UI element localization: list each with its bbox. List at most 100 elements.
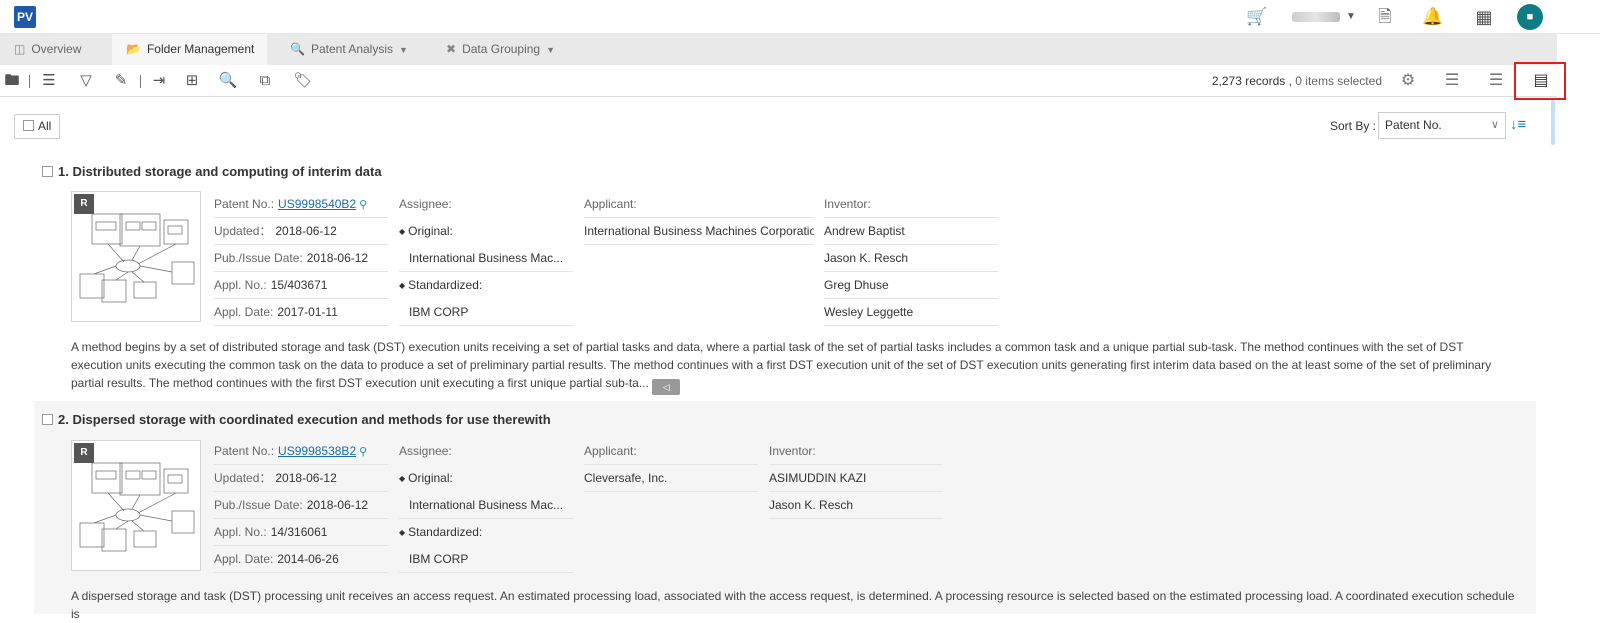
assignee-column: Assignee: ◆ Original: International Busin… bbox=[399, 191, 573, 326]
field-value: 2014-06-26 bbox=[277, 552, 339, 566]
items-selected: 0 items selected bbox=[1295, 74, 1382, 88]
location-pin-icon[interactable]: ⚲ bbox=[359, 199, 367, 211]
field-value: 14/316061 bbox=[270, 525, 328, 539]
add-icon[interactable]: ⊞ bbox=[182, 72, 202, 90]
applicant-value: Cleversafe, Inc. bbox=[584, 465, 758, 492]
field-value: 2017-01-11 bbox=[277, 305, 338, 319]
location-pin-icon[interactable]: ⚲ bbox=[359, 446, 367, 458]
document-search-icon[interactable]: 🔍 bbox=[218, 72, 238, 90]
compact-view-icon[interactable]: ☰ bbox=[1485, 71, 1507, 91]
result-item: 1. Distributed storage and computing of … bbox=[34, 155, 1536, 397]
original-value-row: International Business Mac... bbox=[399, 245, 573, 272]
field-label: Original: bbox=[408, 471, 453, 485]
gear-icon[interactable]: ⚙ bbox=[1397, 71, 1419, 91]
search-analysis-icon: 🔍 bbox=[290, 42, 305, 56]
result-title[interactable]: 2. Dispersed storage with coordinated ex… bbox=[42, 412, 551, 427]
result-title[interactable]: 1. Distributed storage and computing of … bbox=[42, 164, 382, 179]
sort-label: Sort By : bbox=[1330, 119, 1377, 133]
field-label: Appl. Date: bbox=[214, 552, 274, 566]
standardized-value-row: IBM CORP bbox=[399, 299, 573, 326]
apps-grid-icon[interactable]: ▦ bbox=[1474, 7, 1494, 27]
bell-icon[interactable]: 🔔 bbox=[1422, 7, 1443, 27]
patent-number-link[interactable]: US9998540B2 bbox=[278, 197, 356, 211]
pub-date-row: Pub./Issue Date: 2018-06-12 bbox=[214, 245, 388, 272]
tab-patent-analysis[interactable]: 🔍 Patent Analysis ▼ bbox=[276, 34, 426, 65]
tab-data-grouping[interactable]: ✖ Data Grouping ▼ bbox=[432, 34, 582, 65]
diamond-bullet-icon: ◆ bbox=[399, 474, 406, 483]
sort-select[interactable]: Patent No. ∨ bbox=[1378, 112, 1506, 139]
patent-drawing-thumbnail[interactable]: R bbox=[71, 191, 201, 322]
field-label: Patent No.: bbox=[214, 197, 275, 211]
inventor-header: Inventor: bbox=[824, 191, 998, 218]
abstract-text: A method begins by a set of distributed … bbox=[71, 340, 1492, 390]
field-label: Updated： bbox=[214, 471, 272, 485]
patent-number-row: Patent No.: US9998540B2 ⚲ bbox=[214, 191, 388, 218]
chevron-down-icon: ∨ bbox=[1490, 119, 1499, 131]
detail-view-highlight bbox=[1514, 62, 1566, 100]
tab-label: Overview bbox=[31, 42, 82, 56]
copy-export-icon[interactable]: ⧉ bbox=[255, 72, 275, 90]
chevron-down-icon[interactable]: ▼ bbox=[1341, 7, 1361, 27]
app-logo[interactable]: PV bbox=[14, 6, 36, 28]
tab-overview[interactable]: ◫ Overview bbox=[0, 34, 110, 65]
patent-number-link[interactable]: US9998538B2 bbox=[278, 444, 356, 458]
avatar[interactable]: ■ bbox=[1517, 4, 1543, 30]
cart-icon[interactable]: 🛒 bbox=[1246, 7, 1267, 27]
result-title-text[interactable]: Dispersed storage with coordinated execu… bbox=[72, 412, 550, 427]
user-name-blurred[interactable] bbox=[1292, 12, 1340, 22]
inventor-name: Greg Dhuse bbox=[824, 272, 998, 299]
field-label: Standardized: bbox=[408, 278, 483, 292]
diamond-bullet-icon: ◆ bbox=[399, 227, 406, 236]
select-all-checkbox[interactable]: All bbox=[14, 114, 60, 139]
tab-label: Folder Management bbox=[146, 42, 255, 56]
records-count: 2,273 records bbox=[1211, 74, 1286, 88]
result-checkbox[interactable] bbox=[42, 414, 53, 425]
filter-icon[interactable]: ▽ bbox=[76, 72, 96, 90]
tab-folder-management[interactable]: 📂 Folder Management bbox=[112, 34, 267, 65]
appl-no-row: Appl. No.: 14/316061 bbox=[214, 519, 388, 546]
folder-info-icon[interactable]: 🖿 bbox=[2, 72, 22, 90]
appl-date-row: Appl. Date: 2014-06-26 bbox=[214, 546, 388, 573]
move-to-icon[interactable]: ⇥ bbox=[149, 72, 169, 90]
top-bar: PV 🛒 ▼ 🗎 🔔 ▦ ■ bbox=[0, 0, 1600, 34]
toolbar: 🖿 ☰ ▽ ✎ ⇥ ⊞ 🔍 ⧉ 🏷 2,273 records , 0 item… bbox=[0, 65, 1557, 97]
inventor-name: Jason K. Resch bbox=[824, 245, 998, 272]
checkbox[interactable] bbox=[23, 120, 34, 131]
field-label: Standardized: bbox=[408, 525, 483, 539]
list-view-icon[interactable]: ☰ bbox=[1441, 71, 1463, 91]
applicant-header: Applicant: bbox=[584, 191, 814, 218]
bibliographic-column: Patent No.: US9998540B2 ⚲ Updated： 2018-06-… bbox=[214, 191, 388, 326]
assignee-column: Assignee: ◆ Original: International Busin… bbox=[399, 438, 573, 573]
patent-drawing bbox=[79, 213, 195, 303]
expand-abstract-button[interactable]: ◁ bbox=[652, 379, 681, 395]
grouping-icon: ✖ bbox=[446, 42, 457, 56]
sort-order-icon[interactable]: ↓≡ bbox=[1510, 116, 1526, 133]
patent-drawing-thumbnail[interactable]: R bbox=[71, 440, 201, 571]
toolbar-divider bbox=[140, 75, 141, 88]
updated-row: Updated： 2018-06-12 bbox=[214, 218, 388, 245]
inventor-header: Inventor: bbox=[769, 438, 943, 465]
field-value: 2018-06-12 bbox=[275, 471, 337, 485]
tree-structure-icon[interactable]: ☰ bbox=[39, 72, 59, 90]
highlight-pen-icon[interactable]: ✎ bbox=[111, 72, 131, 90]
assignee-header: Assignee: bbox=[399, 197, 452, 211]
applicant-header: Applicant: bbox=[584, 438, 758, 465]
tag-icon[interactable]: 🏷 bbox=[293, 72, 313, 90]
standardized-label-row: ◆ Standardized: bbox=[399, 519, 573, 546]
result-item: 2. Dispersed storage with coordinated ex… bbox=[34, 401, 1536, 621]
result-checkbox[interactable] bbox=[42, 166, 53, 177]
tab-label: Data Grouping bbox=[462, 42, 541, 56]
inventor-column: Inventor: ASIMUDDIN KAZI Jason K. Resch bbox=[769, 438, 943, 519]
export-icon[interactable]: 🗎 bbox=[1375, 7, 1395, 27]
inventor-name: Andrew Baptist bbox=[824, 218, 998, 245]
field-label: Appl. No.: bbox=[214, 525, 267, 539]
field-label: Appl. Date: bbox=[214, 305, 274, 319]
patent-number-row: Patent No.: US9998538B2 ⚲ bbox=[214, 438, 388, 465]
result-title-text[interactable]: Distributed storage and computing of int… bbox=[72, 164, 381, 179]
appl-date-row: Appl. Date: 2017-01-11 bbox=[214, 299, 388, 326]
field-value: 2018-06-12 bbox=[306, 251, 369, 265]
scrollbar[interactable] bbox=[1551, 100, 1555, 145]
inventor-name: Jason K. Resch bbox=[769, 492, 943, 519]
applicant-column: Applicant: International Business Machin… bbox=[584, 191, 814, 245]
patent-drawing bbox=[79, 462, 195, 552]
